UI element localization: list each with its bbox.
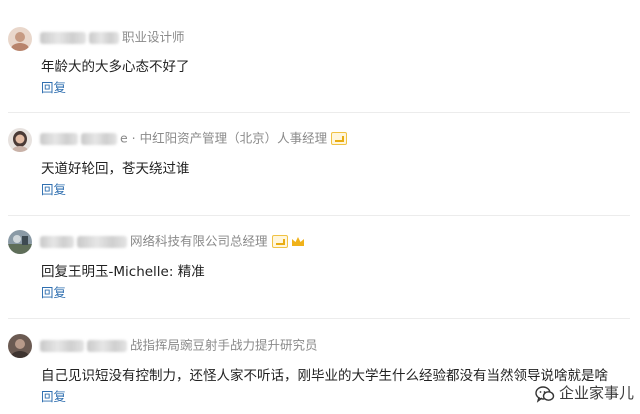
comment-text: 回复王明玉-Michelle: 精准	[41, 264, 205, 280]
author-title: 战指挥局豌豆射手战力提升研究员	[130, 337, 318, 353]
divider	[8, 215, 630, 216]
avatar[interactable]	[8, 128, 32, 152]
author-title: 网络科技有限公司总经理	[130, 233, 268, 249]
divider	[8, 112, 630, 113]
vip-badge-icon	[331, 132, 348, 145]
watermark: 企业家事儿	[530, 382, 634, 404]
comment-text: 自己见识短没有控制力，还怪人家不听话，刚毕业的大学生什么经验都没有当然领导说啥就…	[41, 368, 608, 384]
avatar[interactable]	[8, 27, 32, 51]
comment-author[interactable]: 战指挥局豌豆射手战力提升研究员	[40, 335, 318, 355]
watermark-label: 企业家事儿	[558, 384, 634, 402]
reply-link[interactable]: 回复	[41, 181, 66, 199]
avatar[interactable]	[8, 334, 32, 358]
comment-text: 年龄大的大多心态不好了	[41, 59, 190, 75]
author-title: e · 中红阳资产管理（北京）人事经理	[120, 130, 328, 146]
comment-author[interactable]: 网络科技有限公司总经理	[40, 231, 305, 251]
author-title: 职业设计师	[122, 29, 185, 45]
wechat-bubble-icon	[535, 385, 555, 403]
vip-badge-icon	[271, 235, 288, 248]
comment-author[interactable]: e · 中红阳资产管理（北京）人事经理	[40, 128, 348, 148]
reply-link[interactable]: 回复	[41, 284, 66, 302]
reply-link[interactable]: 回复	[41, 79, 66, 97]
comment-author[interactable]: 职业设计师	[40, 27, 185, 47]
divider	[8, 318, 630, 319]
comment-text: 天道好轮回，苍天绕过谁	[41, 161, 190, 177]
crown-icon	[291, 236, 304, 246]
reply-link[interactable]: 回复	[41, 388, 66, 406]
avatar[interactable]	[8, 230, 32, 254]
